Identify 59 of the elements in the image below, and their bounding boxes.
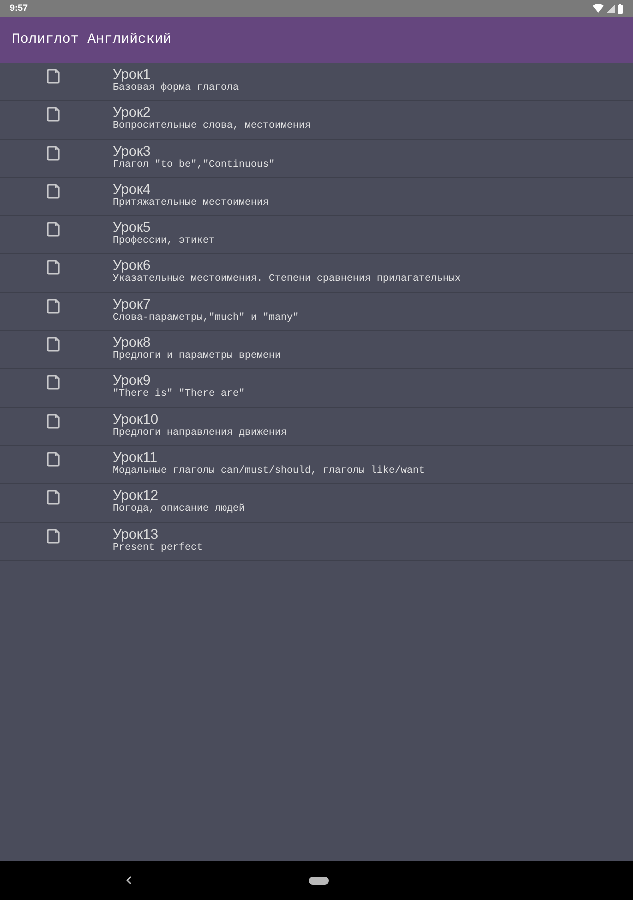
document-icon xyxy=(47,107,60,122)
lesson-subtitle: Предлоги направления движения xyxy=(113,428,288,440)
lesson-title: Урок5 xyxy=(113,219,152,236)
lesson-item[interactable]: Урок8 Предлоги и параметры времени xyxy=(0,331,633,370)
lesson-item[interactable]: Урок11 Модальные глаголы can/must/should, глаголы like/want xyxy=(0,446,633,484)
lesson-subtitle: Глагол "to be","Continuous" xyxy=(113,160,276,172)
lesson-item[interactable]: Урок12 Погода, описание людей xyxy=(0,484,633,523)
document-icon xyxy=(47,375,60,390)
lesson-item[interactable]: Урок9 "There is" "There are" xyxy=(0,369,633,408)
document-icon xyxy=(47,146,60,161)
lesson-title: Урок4 xyxy=(113,180,152,198)
document-icon xyxy=(47,184,60,199)
lesson-title: Урок13 xyxy=(113,526,160,542)
lesson-item[interactable]: Урок7 Слова-параметры,"much" и "many" xyxy=(0,292,633,332)
lesson-title: Урок7 xyxy=(113,296,152,312)
lesson-subtitle: Притяжательные местоимения xyxy=(113,198,270,210)
lesson-subtitle: Слова-параметры,"much" и "many" xyxy=(113,312,300,325)
lesson-title: Урок9 xyxy=(113,372,152,388)
lesson-item[interactable]: Урок3 Глагол "to be","Continuous" xyxy=(0,140,633,178)
lesson-subtitle: Профессии, этикет xyxy=(113,236,216,248)
status-time: 9:57 xyxy=(10,4,28,13)
lesson-title: Урок3 xyxy=(113,142,152,159)
lesson-item[interactable]: Урок13 Present perfect xyxy=(0,522,633,561)
lesson-item[interactable]: Урок1 Базовая форма глагола xyxy=(0,63,633,102)
document-icon xyxy=(47,337,60,352)
lesson-subtitle: Модальные глаголы can/must/should, глаголы like/want xyxy=(113,466,426,478)
app-title: Полиглот Английский xyxy=(12,33,172,47)
document-icon xyxy=(47,490,60,506)
document-icon xyxy=(47,414,60,429)
lesson-title: Урок1 xyxy=(113,66,152,83)
lesson-subtitle: Указательные местоимения. Степени сравнения прилагательных xyxy=(113,274,462,286)
back-icon[interactable] xyxy=(126,876,132,885)
lesson-subtitle: Предлоги и параметры времени xyxy=(113,351,282,364)
document-icon xyxy=(47,452,60,467)
home-pill[interactable] xyxy=(309,876,329,884)
lesson-item[interactable]: Урок6 Указательные местоимения. Степени сравнения прилагательных xyxy=(0,254,633,293)
lesson-subtitle: "There is" "There are" xyxy=(113,389,246,402)
lesson-item[interactable]: Урок10 Предлоги направления движения xyxy=(0,408,633,446)
document-icon xyxy=(47,528,60,544)
lesson-item[interactable]: Урок5 Профессии, этикет xyxy=(0,216,633,254)
lesson-title: Урок8 xyxy=(113,334,151,352)
lesson-subtitle: Вопросительные слова, местоимения xyxy=(113,121,312,134)
lesson-item[interactable]: Урок2 Вопросительные слова, местоимения xyxy=(0,101,633,140)
lesson-title: Урок10 xyxy=(113,410,160,428)
document-icon xyxy=(47,222,60,238)
wifi-icon xyxy=(593,4,604,13)
lesson-subtitle: Базовая форма глагола xyxy=(113,83,240,95)
lesson-title: Урок2 xyxy=(113,104,151,122)
lesson-item[interactable]: Урок4 Притяжательные местоимения xyxy=(0,178,633,216)
document-icon xyxy=(47,69,60,84)
battery-icon xyxy=(618,4,623,14)
document-icon xyxy=(47,298,60,314)
lesson-title: Урок12 xyxy=(113,487,160,504)
lesson-title: Урок6 xyxy=(113,257,151,274)
lesson-subtitle: Present perfect xyxy=(113,542,204,555)
signal-icon xyxy=(607,4,615,12)
lesson-subtitle: Погода, описание людей xyxy=(113,504,246,516)
lesson-title: Урок11 xyxy=(113,448,158,466)
document-icon xyxy=(47,260,60,276)
